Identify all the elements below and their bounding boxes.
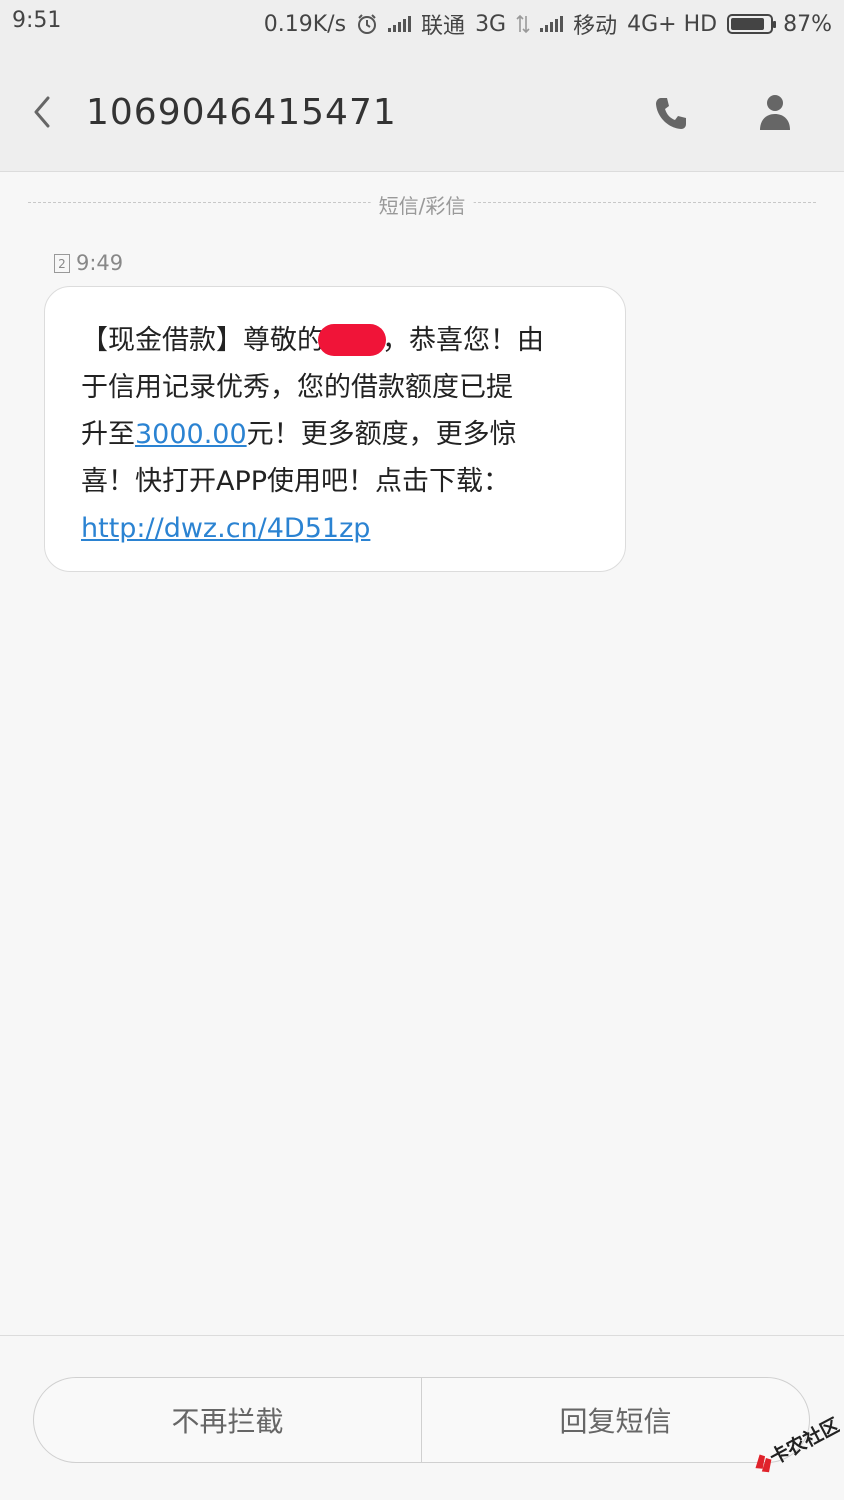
carrier-1: 联通	[421, 14, 466, 39]
redaction-mark	[318, 323, 386, 356]
carrier-2: 移动	[573, 14, 618, 39]
signal-icon	[388, 16, 412, 32]
message-type-divider: 短信/彩信	[28, 190, 816, 219]
battery-icon	[727, 14, 777, 34]
message-bubble[interactable]: 【现金借款】尊敬的 ，恭喜您！由 于信用记录优秀，您的借款额度已提 升至3000.…	[44, 286, 626, 572]
battery-percent: 87%	[783, 11, 832, 37]
status-indicators: 0.19K/s 联通 3G 移动 4G+ HD 87%	[264, 8, 832, 40]
message-type-label: 短信/彩信	[370, 190, 474, 219]
message-time: 9:49	[76, 251, 124, 275]
message-text: 元！更多额度，更多惊	[246, 419, 517, 450]
back-arrow-icon[interactable]	[28, 92, 58, 132]
download-link[interactable]: http://dwz.cn/4D51zp	[81, 513, 370, 544]
status-time: 9:51	[12, 8, 62, 33]
watermark-logo: 卡农社区	[755, 1413, 840, 1473]
phone-call-icon[interactable]	[652, 94, 690, 132]
unblock-button[interactable]: 不再拦截	[34, 1378, 421, 1462]
network-type-1: 3G	[475, 11, 507, 37]
message-line-2: 于信用记录优秀，您的借款额度已提	[81, 372, 513, 403]
sim-card-icon: 2	[54, 253, 70, 273]
message-text: 【现金借款】尊敬的	[81, 325, 324, 356]
message-line-3: 升至3000.00元！更多额度，更多惊	[81, 411, 589, 458]
status-bar: 9:51 0.19K/s 联通 3G 移动 4G+ HD 87%	[0, 0, 844, 46]
message-line-4: 喜！快打开APP使用吧！点击下载：	[81, 466, 511, 497]
conversation-header: 1069046415471	[0, 46, 844, 172]
message-text: 升至	[81, 419, 135, 450]
network-speed: 0.19K/s	[263, 11, 347, 37]
data-transfer-icon	[516, 14, 530, 34]
network-type-2: 4G+ HD	[627, 11, 718, 37]
message-body: 【现金借款】尊敬的 ，恭喜您！由 于信用记录优秀，您的借款额度已提 升至3000.…	[81, 317, 589, 552]
action-bar: 不再拦截 回复短信	[33, 1377, 810, 1463]
contact-person-icon[interactable]	[756, 92, 794, 132]
svg-text:卡农社区: 卡农社区	[766, 1413, 840, 1469]
signal-icon-2	[540, 16, 564, 32]
bottom-divider	[0, 1335, 844, 1336]
amount-link[interactable]: 3000.00	[135, 419, 247, 450]
message-text: ，恭喜您！由	[382, 325, 544, 356]
contact-number-title: 1069046415471	[86, 92, 397, 133]
message-meta: 2 9:49	[54, 251, 123, 275]
message-line-5: http://dwz.cn/4D51zp	[81, 505, 589, 552]
alarm-icon	[358, 14, 377, 34]
message-line-1: 【现金借款】尊敬的 ，恭喜您！由	[81, 317, 589, 364]
